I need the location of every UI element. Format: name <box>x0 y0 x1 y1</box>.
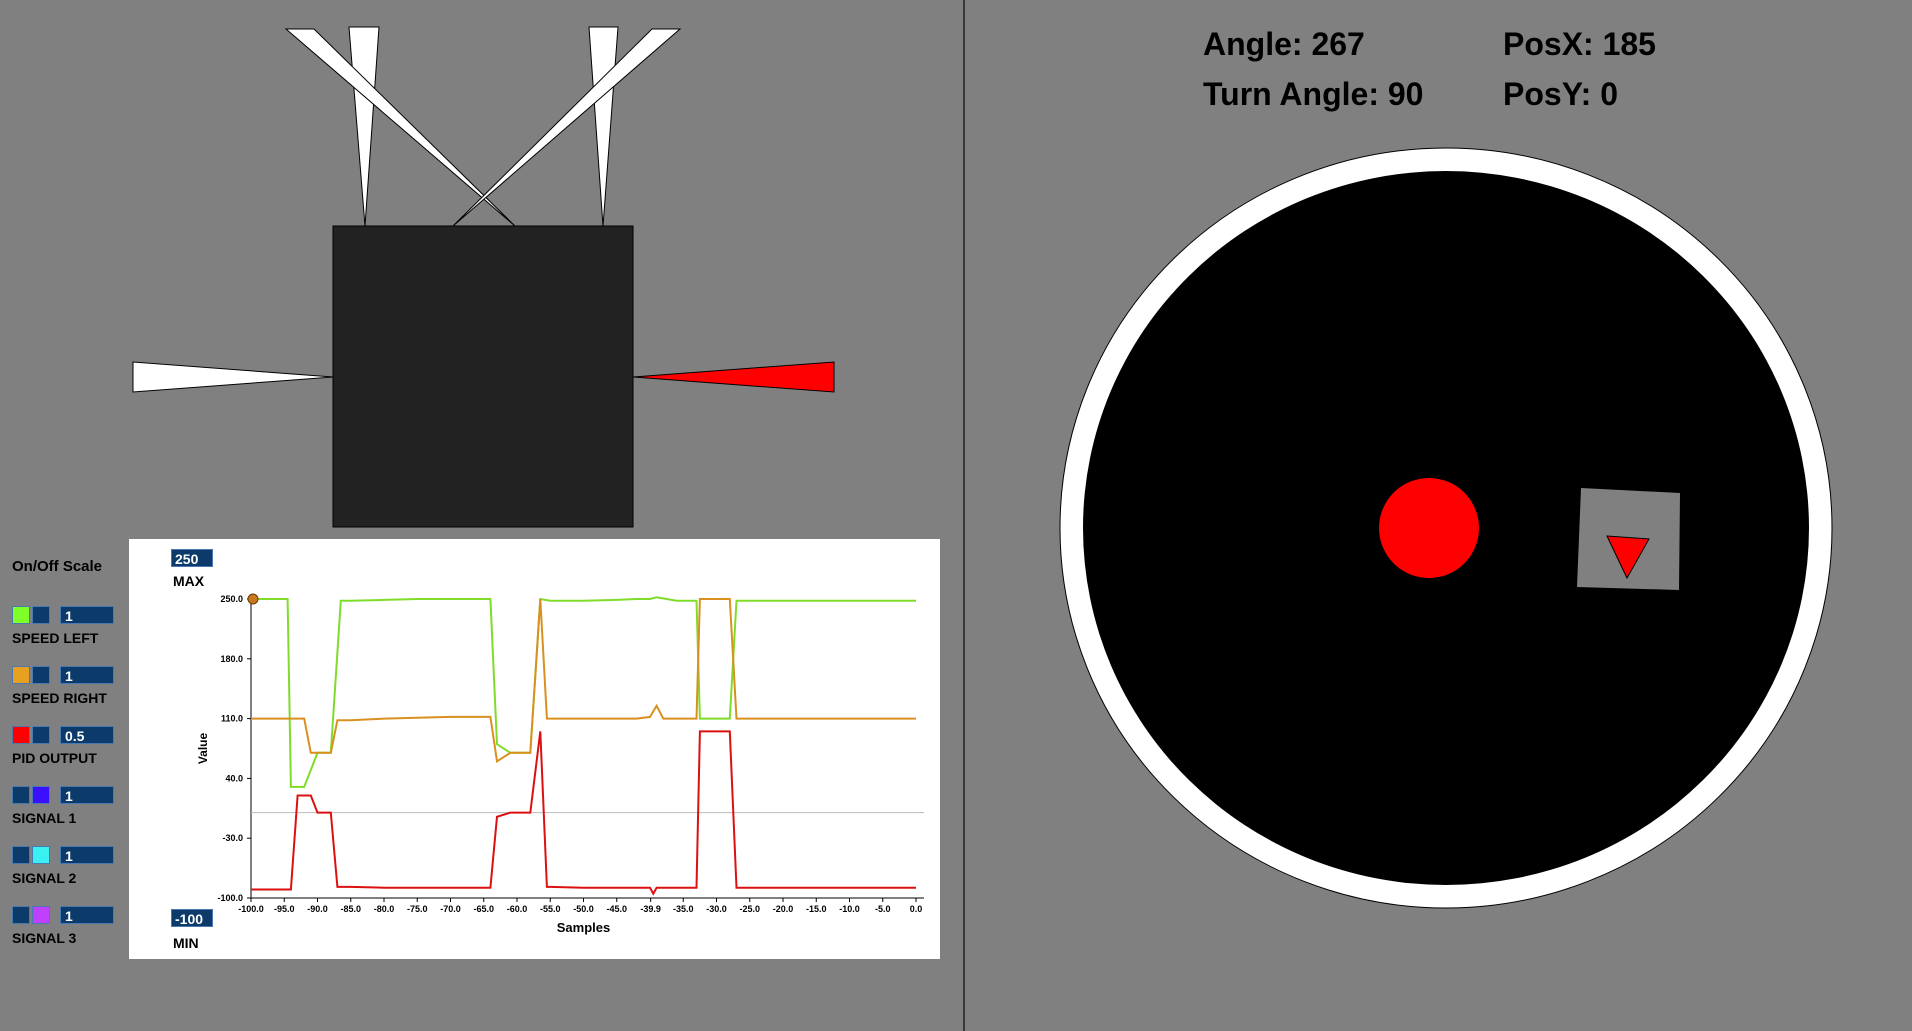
x-tick-label: -20.0 <box>773 904 794 914</box>
legend-item: 1 SIGNAL 2 <box>12 846 127 896</box>
x-tick-label: 0.0 <box>910 904 923 914</box>
signal-off-toggle[interactable] <box>32 786 50 804</box>
x-axis-label: Samples <box>557 920 610 935</box>
pos-y-readout: PosY: 0 <box>1503 76 1618 112</box>
turn-angle-readout: Turn Angle: 90 <box>1203 76 1424 112</box>
series-start-marker <box>247 593 259 605</box>
signal-scale-input[interactable]: 1 <box>60 666 114 684</box>
signal-off-toggle[interactable] <box>32 906 50 924</box>
y-tick-label: 110.0 <box>221 714 243 724</box>
panel-divider <box>963 0 965 1031</box>
right-sensor-beam-active <box>632 361 835 393</box>
series-line <box>251 596 916 788</box>
signal-name: SPEED LEFT <box>12 630 99 646</box>
x-tick-label: -70.0 <box>440 904 461 914</box>
left-sensor-beam <box>132 361 334 393</box>
legend-item: 1 SIGNAL 1 <box>12 786 127 836</box>
x-tick-label: -90.0 <box>307 904 328 914</box>
robot-sensor-view <box>132 26 835 528</box>
signal-name: SIGNAL 3 <box>12 930 77 946</box>
signal-on-toggle[interactable] <box>12 786 30 804</box>
signal-off-toggle[interactable] <box>32 726 50 744</box>
signal-scale-input[interactable]: 1 <box>60 906 114 924</box>
x-tick-label: -35.0 <box>673 904 694 914</box>
target-marker <box>1379 478 1479 578</box>
x-tick-label: -100.0 <box>238 904 264 914</box>
x-tick-label: -65.0 <box>473 904 494 914</box>
signal-on-toggle[interactable] <box>12 726 30 744</box>
signal-on-toggle[interactable] <box>12 606 30 624</box>
x-tick-label: -80.0 <box>374 904 395 914</box>
signal-name: PID OUTPUT <box>12 750 97 766</box>
robot-body <box>332 225 634 528</box>
x-tick-label: -39.9 <box>640 904 661 914</box>
signal-off-toggle[interactable] <box>32 666 50 684</box>
x-tick-label: -15.0 <box>806 904 827 914</box>
signal-chart-panel: 250 MAX -100 MIN 250.0 180.0 110.0 40.0 -30.… <box>129 539 940 959</box>
y-axis-label: Value <box>196 733 210 765</box>
arena-view <box>1059 147 1833 909</box>
angle-readout: Angle: 267 <box>1203 26 1365 62</box>
x-tick-label: -95.0 <box>274 904 295 914</box>
x-tick-label: -45.0 <box>606 904 627 914</box>
signal-name: SIGNAL 1 <box>12 810 77 826</box>
legend-item: 0.5 PID OUTPUT <box>12 726 127 776</box>
y-tick-label: -30.0 <box>222 833 243 843</box>
front-left-sensor-beam <box>348 26 380 227</box>
x-tick-label: -55.0 <box>540 904 561 914</box>
diagonal-right-sensor-beam <box>452 28 682 227</box>
x-tick-label: -60.0 <box>507 904 528 914</box>
signal-on-toggle[interactable] <box>12 846 30 864</box>
series-line <box>251 598 916 763</box>
y-tick-label: 180.0 <box>220 654 243 664</box>
y-tick-label: 250.0 <box>220 594 243 604</box>
legend-item: 1 SPEED RIGHT <box>12 666 127 716</box>
signal-scale-input[interactable]: 0.5 <box>60 726 114 744</box>
x-tick-label: -5.0 <box>875 904 891 914</box>
x-tick-label: -10.0 <box>839 904 860 914</box>
y-tick-label: 40.0 <box>225 773 243 783</box>
signal-name: SPEED RIGHT <box>12 690 107 706</box>
signal-off-toggle[interactable] <box>32 606 50 624</box>
diagonal-left-sensor-beam <box>284 28 516 227</box>
signal-scale-input[interactable]: 1 <box>60 606 114 624</box>
legend-title: On/Off Scale <box>12 558 103 575</box>
signal-scale-input[interactable]: 1 <box>60 846 114 864</box>
signal-on-toggle[interactable] <box>12 906 30 924</box>
pos-x-readout: PosX: 185 <box>1503 26 1656 62</box>
legend-item: 1 SIGNAL 3 <box>12 906 127 956</box>
signal-name: SIGNAL 2 <box>12 870 77 886</box>
signal-off-toggle[interactable] <box>32 846 50 864</box>
signal-scale-input[interactable]: 1 <box>60 786 114 804</box>
x-tick-label: -50.0 <box>573 904 594 914</box>
front-right-sensor-beam <box>588 26 619 227</box>
x-tick-label: -25.0 <box>739 904 760 914</box>
legend-item: 1 SPEED LEFT <box>12 606 127 656</box>
x-tick-label: -85.0 <box>340 904 361 914</box>
signal-on-toggle[interactable] <box>12 666 30 684</box>
y-tick-label: -100.0 <box>217 893 243 903</box>
signal-line-chart: 250.0 180.0 110.0 40.0 -30.0 -100.0-100.0 -95.… <box>196 593 924 935</box>
x-tick-label: -75.0 <box>407 904 428 914</box>
x-tick-label: -30.0 <box>706 904 727 914</box>
